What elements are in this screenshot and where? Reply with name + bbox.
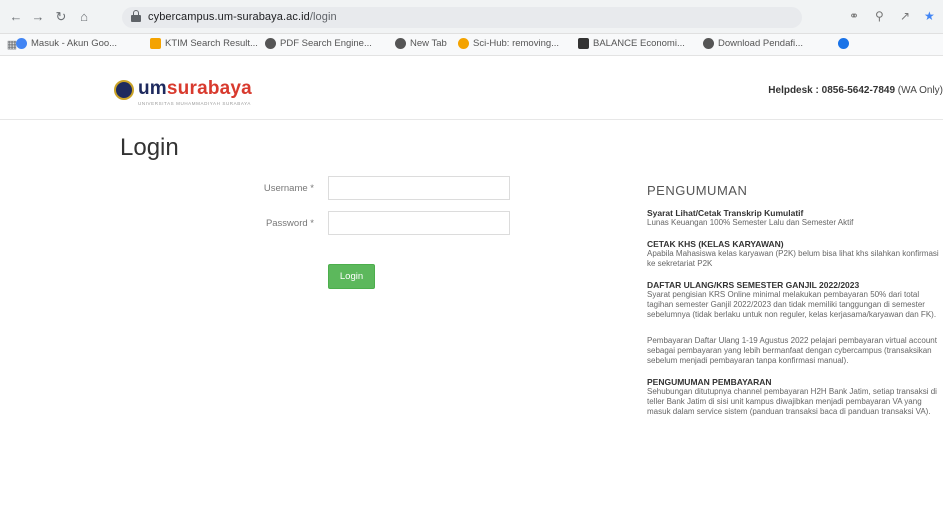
helpdesk-info: Helpdesk : 0856-5642-7849 (WA Only) [768,85,943,96]
bookmark-favicon-icon [458,38,469,49]
site-logo[interactable]: umsurabaya [138,78,252,100]
key-icon[interactable]: ⚭ [849,9,859,23]
password-input[interactable] [328,211,510,235]
announcement-item: Pembayaran Daftar Ulang 1-19 Agustus 202… [647,336,939,366]
bookmark-item[interactable]: KTIM Search Result... [150,38,258,49]
bookmark-item[interactable]: BALANCE Economi... [578,38,685,49]
bookmark-favicon-icon [395,38,406,49]
bookmark-favicon-icon [578,38,589,49]
browser-toolbar: ← → ↻ ⌂ cybercampus.um-surabaya.ac.id/lo… [0,0,943,34]
announcement-heading: DAFTAR ULANG/KRS SEMESTER GANJIL 2022/20… [647,280,860,290]
forward-icon[interactable]: → [30,9,46,25]
reload-icon[interactable]: ↻ [53,9,69,25]
username-input[interactable] [328,176,510,200]
bookmark-item[interactable]: Masuk - Akun Goo... [16,38,117,49]
bookmark-favicon-icon [838,38,849,49]
announcement-item: PENGUMUMAN PEMBAYARAN Sehubungan ditutup… [647,377,939,417]
bookmarks-bar: ▦ Masuk - Akun Goo... KTIM Search Result… [0,34,943,56]
bookmark-item[interactable] [838,38,853,49]
bookmark-favicon-icon [703,38,714,49]
share-icon[interactable]: ↗ [900,9,910,23]
announcement-heading: Syarat Lihat/Cetak Transkrip Kumulatif [647,208,804,218]
announcement-heading: PENGUMUMAN PEMBAYARAN [647,377,772,387]
announcement-item: DAFTAR ULANG/KRS SEMESTER GANJIL 2022/20… [647,280,939,320]
announcements-title: PENGUMUMAN [647,183,748,198]
bookmark-item[interactable]: Sci-Hub: removing... [458,38,559,49]
username-label: Username * [263,183,314,194]
university-logo-icon[interactable] [114,80,134,100]
lock-icon[interactable] [131,10,141,22]
url-text[interactable]: cybercampus.um-surabaya.ac.id/login [148,11,337,23]
back-icon[interactable]: ← [8,9,24,25]
announcement-body: Apabila Mahasiswa kelas karyawan (P2K) b… [647,249,939,268]
login-button[interactable]: Login [328,264,375,289]
password-label: Password * [265,218,314,229]
announcement-body: Lunas Keuangan 100% Semester Lalu dan Se… [647,218,854,227]
announcement-heading: CETAK KHS (KELAS KARYAWAN) [647,239,784,249]
bookmark-favicon-icon [150,38,161,49]
bookmark-favicon-icon [265,38,276,49]
announcement-item: Syarat Lihat/Cetak Transkrip Kumulatif L… [647,208,939,228]
announcement-body: Pembayaran Daftar Ulang 1-19 Agustus 202… [647,336,937,365]
bookmark-item[interactable]: New Tab [395,38,447,49]
bookmark-item[interactable]: PDF Search Engine... [265,38,372,49]
zoom-icon[interactable]: ⚲ [875,9,884,23]
announcement-body: Syarat pengisian KRS Online minimal mela… [647,290,937,319]
announcement-item: CETAK KHS (KELAS KARYAWAN) Apabila Mahas… [647,239,939,269]
bookmark-favicon-icon [16,38,27,49]
page-title: Login [120,134,179,161]
home-icon[interactable]: ⌂ [76,9,92,25]
site-header: umsurabaya UNIVERSITAS MUHAMMADIYAH SURA… [0,56,943,120]
bookmark-item[interactable]: Download Pendafi... [703,38,803,49]
announcement-body: Sehubungan ditutupnya channel pembayaran… [647,387,937,416]
logo-subtitle: UNIVERSITAS MUHAMMADIYAH SURABAYA [138,101,251,106]
announcements-panel: PENGUMUMAN Syarat Lihat/Cetak Transkrip … [647,183,939,428]
bookmark-star-icon[interactable]: ★ [924,9,935,23]
